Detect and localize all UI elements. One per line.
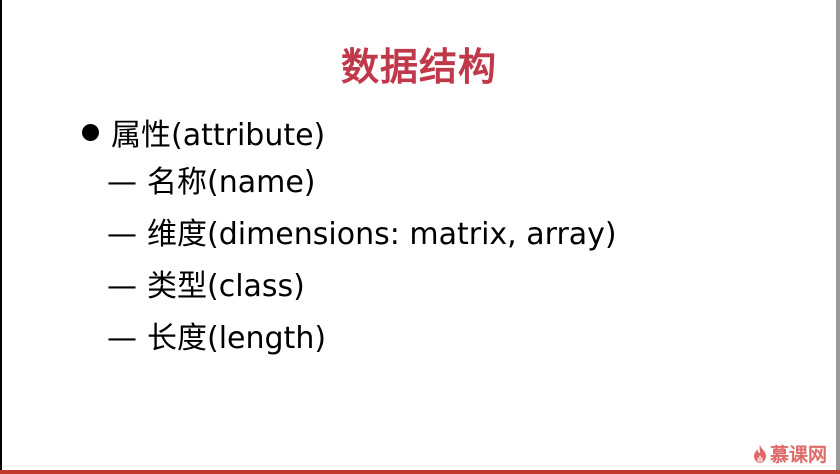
dash-icon: —	[107, 269, 137, 304]
sub-list: — 名称(name) — 维度(dimensions: matrix, array)…	[107, 164, 617, 372]
dash-icon: —	[107, 321, 137, 356]
bullet-item: 属性(attribute)	[82, 110, 325, 154]
sub-item-length: — 长度(length)	[107, 320, 617, 372]
sub-item-text: 类型(class)	[147, 269, 305, 304]
bullet-text: 属性(attribute)	[111, 118, 326, 153]
slide: 数据结构 属性(attribute) — 名称(name) — 维度(dimensi…	[2, 0, 836, 470]
sub-item-dimensions: — 维度(dimensions: matrix, array)	[107, 216, 617, 268]
sub-item-text: 维度(dimensions: matrix, array)	[147, 217, 617, 252]
bottom-accent-bar	[0, 470, 840, 474]
dash-icon: —	[107, 217, 137, 252]
slide-title: 数据结构	[340, 45, 497, 89]
watermark-logo: 慕课网	[752, 440, 827, 467]
sub-item-class: — 类型(class)	[107, 268, 617, 320]
sub-item-text: 名称(name)	[147, 165, 316, 200]
window-right-edge	[836, 0, 840, 470]
dash-icon: —	[107, 165, 137, 200]
flame-icon	[754, 445, 766, 463]
sub-item-name: — 名称(name)	[107, 164, 617, 216]
bullet-dot-icon	[82, 124, 99, 141]
watermark-text: 慕课网	[770, 444, 828, 466]
sub-item-text: 长度(length)	[147, 321, 327, 356]
